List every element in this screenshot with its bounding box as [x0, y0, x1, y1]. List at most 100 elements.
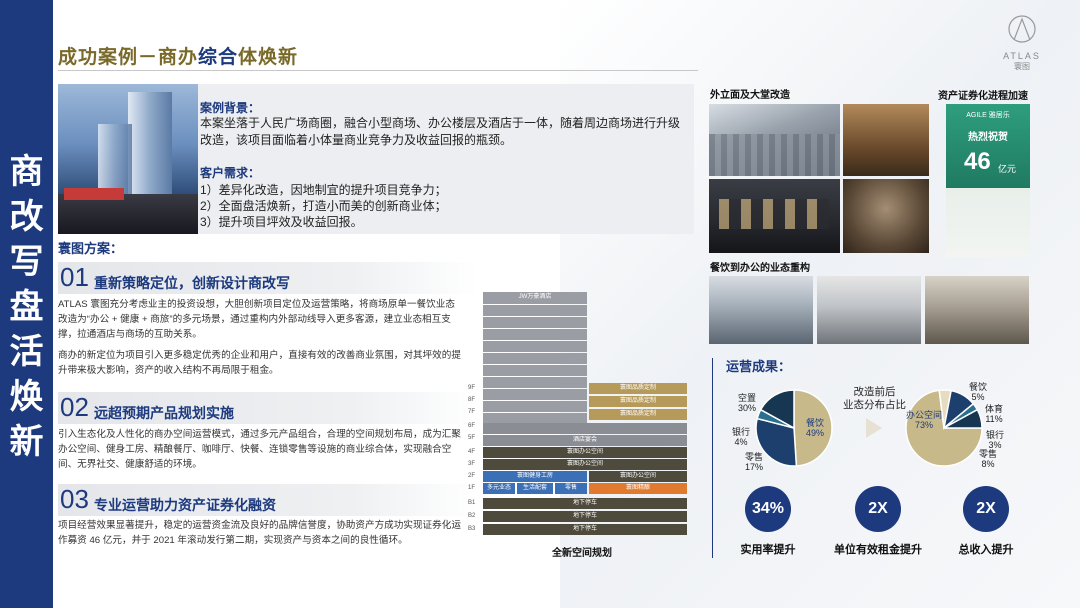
- pie-label: 体育 11%: [985, 404, 1003, 424]
- pie-label-value: 30%: [738, 403, 757, 413]
- hotel-floor: [483, 317, 587, 328]
- floor-block-4f: 寰图办公空间: [483, 447, 687, 458]
- floor-block-7f: 寰图品质定制: [589, 409, 687, 420]
- side-title-char: 商: [9, 153, 44, 191]
- floor-block-b1: 地下停车: [483, 498, 687, 509]
- floor-block-3f: 寰图办公空间: [483, 459, 687, 470]
- floor-label: B1: [468, 500, 476, 506]
- poster-title: 热烈祝贺: [968, 132, 1008, 143]
- floor-diagram: JW万豪酒店 9F 8F 7F 6F 5F 4F 3F 2F 1F B1 B2 …: [465, 292, 695, 542]
- floor-block-2f-gym: 寰图健身工房: [483, 471, 587, 482]
- atlas-logo-icon: [1008, 15, 1036, 43]
- side-title-char: 写: [9, 243, 44, 281]
- floor-label: 1F: [468, 485, 476, 491]
- section-title: 远超预期产品规划实施: [94, 405, 234, 421]
- atlas-logo: ATLAS 寰图: [1000, 14, 1044, 71]
- plan-label: 寰图方案：: [58, 241, 124, 256]
- kpi-label: 总收入提升: [958, 544, 1014, 556]
- floor-label: 3F: [468, 461, 476, 467]
- section-number: 02: [60, 392, 89, 422]
- hotel-floor: [483, 305, 587, 316]
- poster-unit: 亿元: [998, 164, 1017, 174]
- signboard-shape: [64, 188, 124, 200]
- comparison-line: 改造前后: [853, 386, 896, 398]
- pie-label-name: 银行: [986, 430, 1005, 440]
- pie-label-name: 银行: [732, 427, 751, 437]
- kpi-circle: 34%: [745, 486, 791, 532]
- side-title: 商 改 写 盘 活 焕 新: [0, 150, 53, 465]
- pie-label-name: 体育: [985, 404, 1004, 414]
- floor-label: 2F: [468, 473, 476, 479]
- floor-block-8f: 寰图品质定制: [589, 396, 687, 407]
- floor-block-9f: 寰图品质定制: [589, 383, 687, 394]
- floor-block-1f: 零售: [555, 483, 587, 494]
- abs-poster: AGILE 雅居乐 热烈祝贺 46 亿元: [946, 104, 1030, 257]
- floor-block-1f-brew: 寰图精酿: [589, 483, 687, 494]
- floor-block-5f: 酒店宴会: [483, 435, 687, 446]
- floor-block-6f: [483, 423, 687, 434]
- poster-brand: AGILE 雅居乐: [966, 112, 1010, 119]
- chevron-right-icon: [866, 418, 882, 438]
- floor-label: B2: [468, 513, 476, 519]
- office-photo-3: [925, 276, 1029, 344]
- section-title: 专业运营助力资产证券化融资: [94, 497, 276, 513]
- pie-label: 餐饮 49%: [806, 418, 824, 438]
- case-background-label: 案例背景：: [200, 101, 261, 115]
- logo-brand-text: ATLAS: [1003, 51, 1041, 61]
- pie-label-name: 办公空间: [906, 410, 943, 420]
- pie-label-value: 73%: [915, 420, 934, 430]
- hotel-floor: [483, 329, 587, 340]
- section-paragraph: ATLAS 寰图充分考虑业主的投资设想，大胆创新项目定位及运营策略，将商场原单一…: [58, 299, 455, 340]
- section-number: 03: [60, 484, 89, 514]
- floor-label: 6F: [468, 423, 476, 429]
- requirement-item: 1）差异化改造，因地制宜的提升项目竞争力；: [200, 183, 447, 197]
- pie-label-value: 4%: [734, 437, 748, 447]
- floor-block-2f-office: 寰图办公空间: [589, 471, 687, 482]
- comparison-line: 业态分布占比: [843, 399, 906, 411]
- pie-label-name: 零售: [979, 449, 998, 459]
- side-title-char: 新: [9, 423, 44, 461]
- page-title-prefix: 成功案例－商办: [58, 47, 199, 68]
- page-title-highlight: 综合: [198, 47, 239, 68]
- title-divider: [58, 70, 698, 71]
- floor-block-1f: 多元业态: [483, 483, 515, 494]
- kpi-label: 实用率提升: [740, 544, 796, 556]
- hotel-floor: [483, 401, 587, 412]
- pie-label: 银行 3%: [986, 430, 1004, 450]
- facade-photo: [709, 104, 840, 176]
- results-title: 运营成果：: [726, 359, 792, 374]
- results-divider: [712, 358, 713, 558]
- pie-label-value: 5%: [971, 392, 985, 402]
- requirements-label: 客户需求：: [200, 166, 261, 180]
- lobby-photo: [843, 104, 929, 176]
- pie-label-name: 空置: [738, 393, 757, 403]
- hotel-floor: [483, 341, 587, 352]
- fnb-caption: 餐饮到办公的业态重构: [710, 263, 810, 274]
- page-title-suffix: 体焕新: [238, 47, 299, 68]
- pie-label: 空置 30%: [738, 393, 756, 413]
- side-title-char: 焕: [9, 378, 44, 416]
- floor-label: 8F: [468, 397, 476, 403]
- floor-block-b3: 地下停车: [483, 524, 687, 535]
- floor-block-1f: 生活配套: [517, 483, 553, 494]
- section-paragraph: 引入生态化及人性化的商办空间运营模式，通过多元产品组合，合理的空间规划布局，成为…: [58, 429, 461, 470]
- pie-label-name: 餐饮: [969, 382, 988, 392]
- page-title: 成功案例－商办综合体焕新: [58, 42, 298, 69]
- pie-label: 办公空间 73%: [906, 410, 942, 430]
- pie-label-value: 11%: [985, 414, 1003, 424]
- pie-label: 餐饮 5%: [969, 382, 987, 402]
- building-photo: [58, 84, 198, 234]
- hotel-floor: [483, 377, 587, 388]
- floor-label: 5F: [468, 435, 476, 441]
- floor-label: B3: [468, 526, 476, 532]
- kpi-label: 单位有效租金提升: [834, 544, 922, 556]
- pie-label: 零售 8%: [979, 449, 997, 469]
- pie-label-value: 17%: [745, 462, 764, 472]
- requirement-item: 3）提升项目坪效及收益回报。: [200, 215, 363, 229]
- floor-block-b2: 地下停车: [483, 511, 687, 522]
- atrium-photo: [843, 179, 929, 253]
- hotel-floor: [483, 353, 587, 364]
- street-shape: [58, 194, 198, 234]
- floor-label: 7F: [468, 409, 476, 415]
- pie-label-name: 餐饮: [806, 418, 825, 428]
